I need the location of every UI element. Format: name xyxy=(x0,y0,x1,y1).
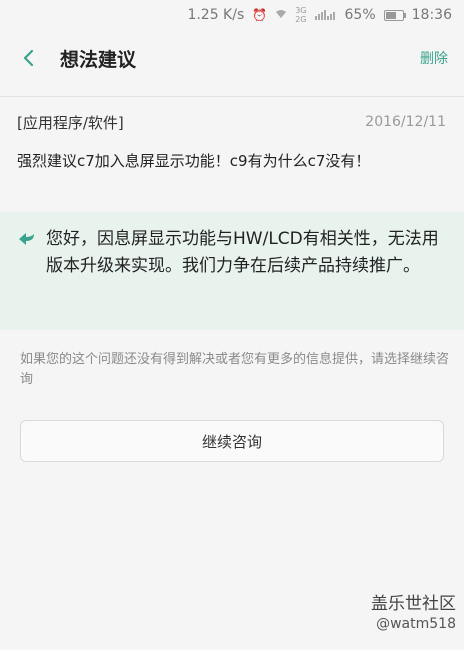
watermark-handle: @watm518 xyxy=(376,616,456,632)
delete-button[interactable]: 删除 xyxy=(420,48,448,68)
reply-text: 您好，因息屏显示功能与HW/LCD有相关性，无法用版本升级来实现。我们力争在后续… xyxy=(46,229,439,276)
reply-box: 您好，因息屏显示功能与HW/LCD有相关性，无法用版本升级来实现。我们力争在后续… xyxy=(0,212,464,330)
alarm-icon: ⏰ xyxy=(252,8,268,22)
continue-consult-button[interactable]: 继续咨询 xyxy=(20,420,444,462)
hint-text: 如果您的这个问题还没有得到解决或者您有更多的信息提供，请选择继续咨询 xyxy=(20,352,450,387)
back-arrow-icon[interactable] xyxy=(16,46,40,70)
page-title: 想法建议 xyxy=(60,48,137,71)
watermark-title: 盖乐世社区 xyxy=(371,594,456,614)
network-type-bottom: 2G xyxy=(295,15,307,24)
watermark: 盖乐世社区 @watm518 xyxy=(371,594,456,634)
feedback-date: 2016/12/11 xyxy=(365,114,446,130)
feedback-question: 强烈建议c7加入息屏显示功能！c9有为什么c7没有！ xyxy=(17,152,371,170)
signal-icon xyxy=(314,9,337,22)
battery-level: 65% xyxy=(344,7,376,23)
wifi-icon xyxy=(275,9,287,21)
network-speed: 1.25 K/s xyxy=(187,7,245,23)
app-bar: 想法建议 删除 xyxy=(0,36,464,80)
signal-indicator: 3G 2G xyxy=(295,6,306,24)
battery-icon xyxy=(383,9,406,21)
network-type-top: 3G xyxy=(295,6,307,15)
clock: 18:36 xyxy=(411,7,452,23)
feedback-category: [应用程序/软件] xyxy=(17,114,124,132)
reply-arrow-icon xyxy=(18,231,36,247)
status-bar: 1.25 K/s ⏰ 3G 2G 65% 18:36 xyxy=(0,0,464,30)
header-divider xyxy=(0,96,464,97)
